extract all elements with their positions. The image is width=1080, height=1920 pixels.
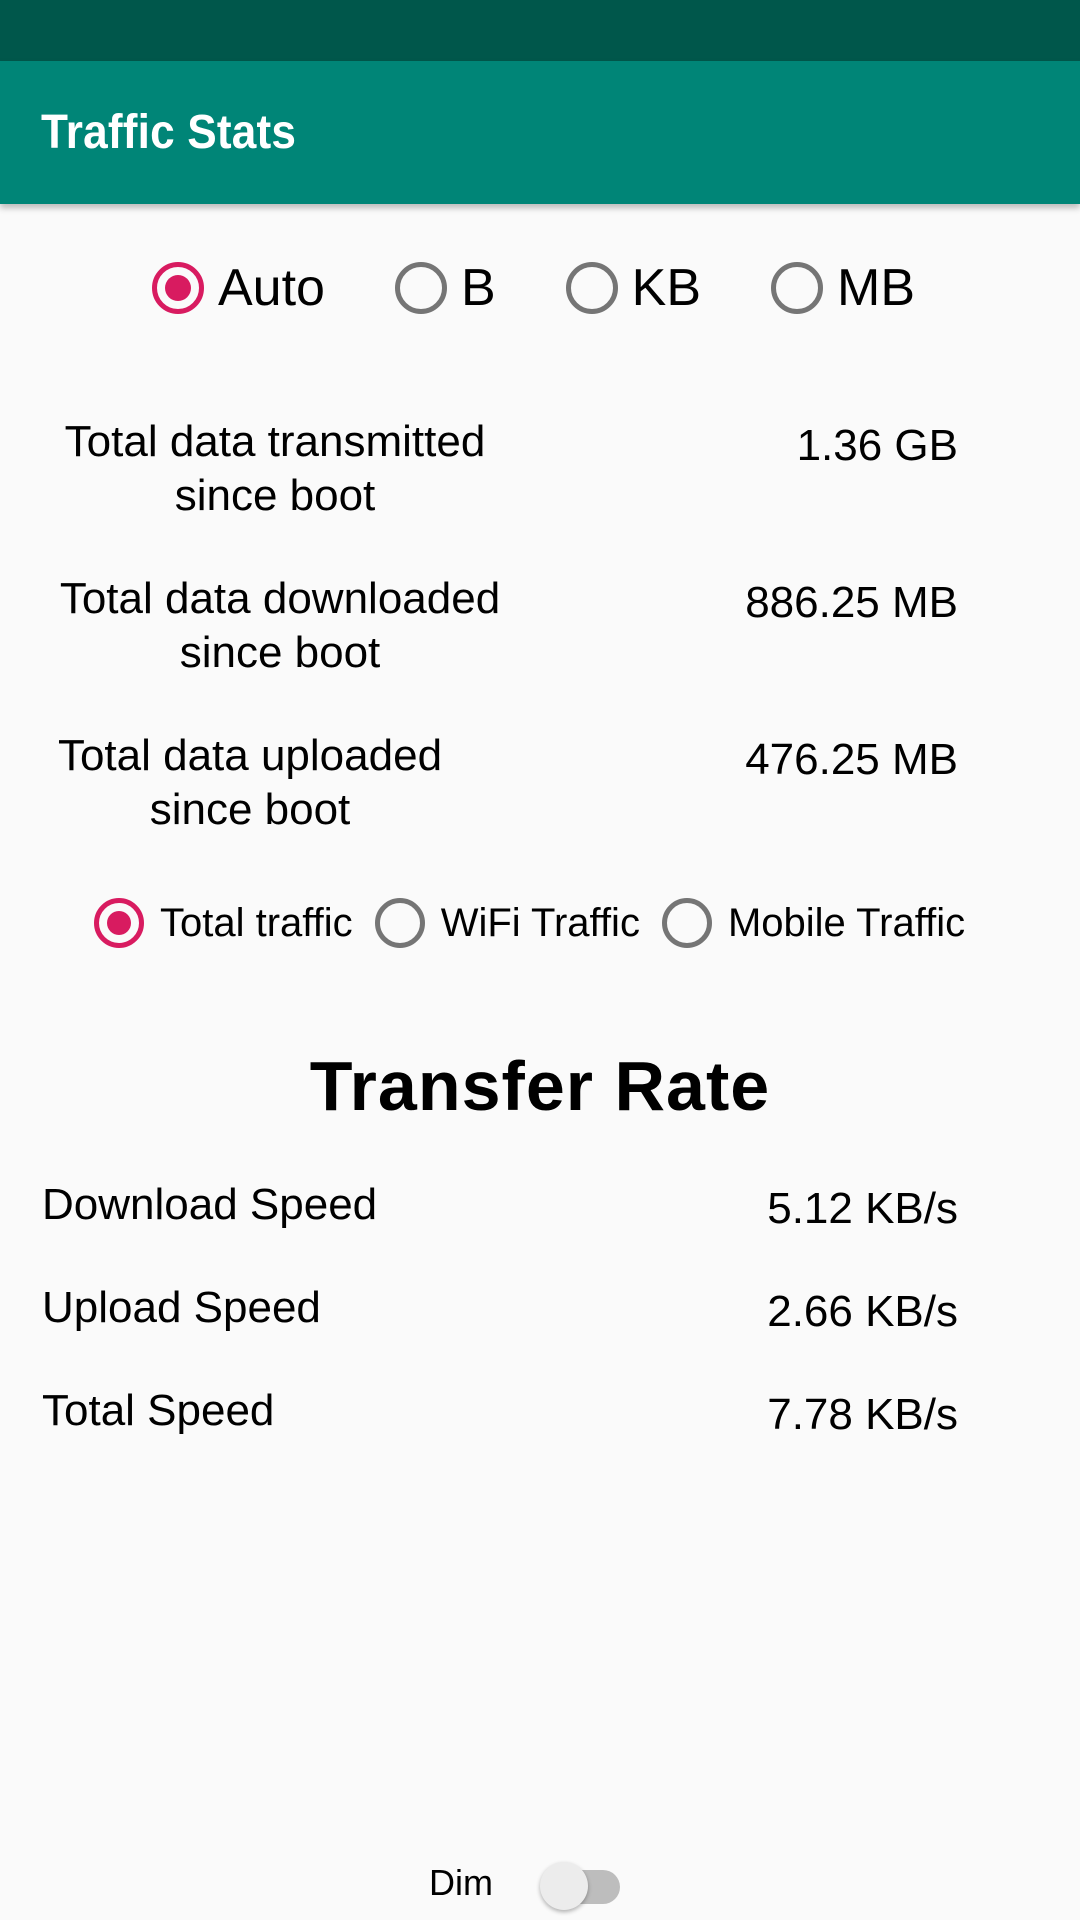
radio-unit-b[interactable]: B [394,258,496,318]
radio-label: Total traffic [160,900,353,945]
transfer-rate-title: Transfer Rate [309,1047,771,1125]
radio-unit-kb[interactable]: KB [565,258,702,318]
radio-checked-icon [94,898,144,948]
stat-value-downloaded: 886.25 MB [745,578,958,627]
download-speed-value: 5.12 KB/s [767,1184,958,1233]
stat-label-line: since boot [179,628,381,677]
stat-label-downloaded: Total data downloaded since boot [40,572,520,680]
unit-radio-group: Auto B KB MB [152,258,915,318]
stat-label-line: Total data transmitted [64,417,486,466]
radio-label: Auto [218,259,325,317]
switch-thumb [540,1862,588,1910]
stat-label-transmitted: Total data transmitted since boot [40,415,510,523]
app-title: Traffic Stats [41,106,297,159]
radio-label: WiFi Traffic [440,900,640,945]
stat-label-line: Total data uploaded [57,731,443,780]
radio-wifi-traffic[interactable]: WiFi Traffic [374,898,640,948]
app-bar: Traffic Stats [0,61,1080,204]
radio-total-traffic[interactable]: Total traffic [94,898,353,948]
total-speed-label: Total Speed [42,1386,275,1435]
stat-label-uploaded: Total data uploaded since boot [40,729,460,837]
radio-label: MB [837,259,916,317]
stat-value-transmitted: 1.36 GB [796,421,958,470]
radio-unchecked-icon [374,898,425,948]
radio-checked-icon [152,262,204,314]
upload-speed-label: Upload Speed [42,1283,321,1332]
stat-label-line: since boot [174,471,376,520]
download-speed-label: Download Speed [42,1180,378,1229]
total-speed-value: 7.78 KB/s [767,1390,958,1439]
radio-unchecked-icon [394,262,447,314]
upload-speed-value: 2.66 KB/s [767,1287,958,1336]
radio-label: Mobile Traffic [727,900,966,945]
status-bar [0,0,1080,61]
radio-unchecked-icon [565,262,618,314]
dim-switch[interactable] [540,1860,626,1912]
radio-mobile-traffic[interactable]: Mobile Traffic [661,898,966,948]
stat-value-uploaded: 476.25 MB [745,735,958,784]
radio-unchecked-icon [661,898,712,948]
stat-label-line: Total data downloaded [59,574,501,623]
traffic-radio-group: Total traffic WiFi Traffic Mobile Traffi… [94,896,965,950]
radio-label: KB [631,259,702,317]
radio-unit-auto[interactable]: Auto [152,258,325,318]
radio-label: B [460,259,496,317]
dim-label: Dim [429,1862,493,1903]
stat-label-line: since boot [149,785,351,834]
radio-unit-mb[interactable]: MB [771,258,915,318]
radio-unchecked-icon [771,262,824,314]
